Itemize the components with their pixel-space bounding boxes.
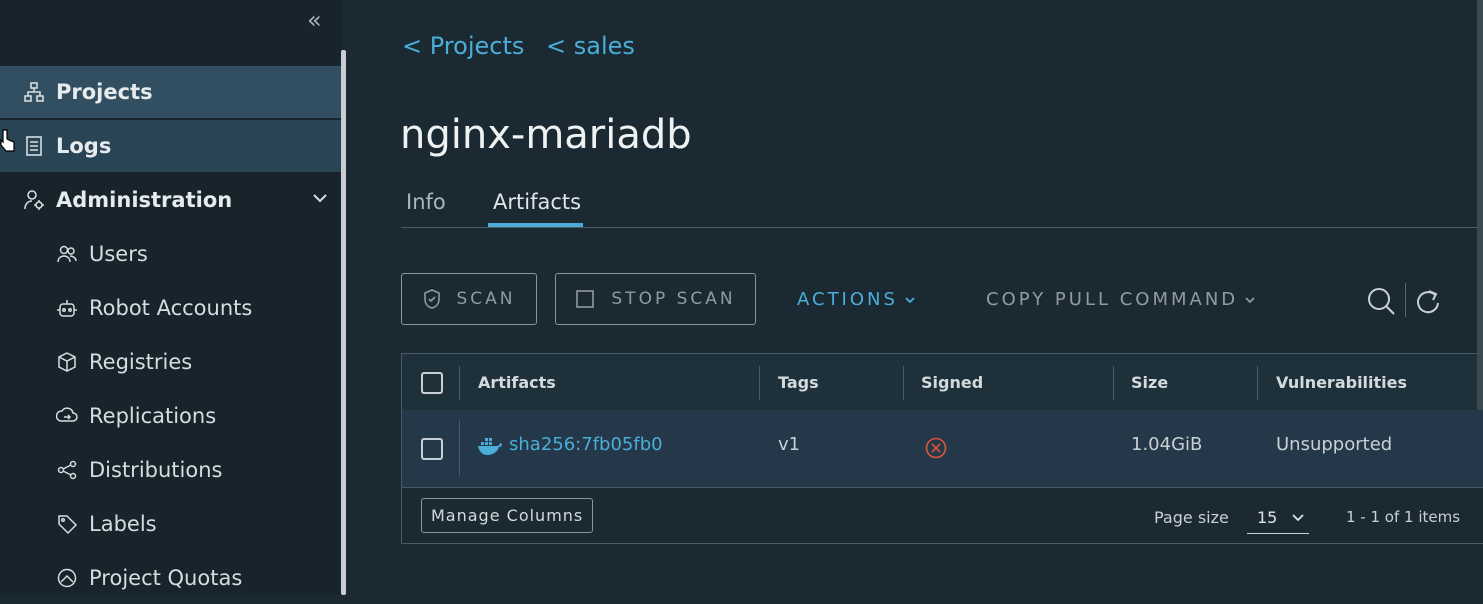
sidebar-item-label: Robot Accounts bbox=[89, 296, 253, 320]
quotas-icon bbox=[55, 566, 79, 590]
toolbar-divider bbox=[1405, 283, 1406, 317]
page-title: nginx-mariadb bbox=[400, 112, 692, 158]
registries-icon bbox=[55, 350, 79, 374]
copy-pull-command-dropdown[interactable]: COPY PULL COMMAND bbox=[986, 289, 1256, 310]
breadcrumb-projects-link[interactable]: < Projects bbox=[402, 32, 524, 60]
table-header: Artifacts Tags Signed Size Vulnerabiliti… bbox=[402, 354, 1483, 411]
tab-artifacts[interactable]: Artifacts bbox=[493, 190, 581, 214]
column-header-size[interactable]: Size bbox=[1131, 373, 1168, 392]
not-signed-icon bbox=[925, 437, 947, 463]
pagination-count: 1 - 1 of 1 items bbox=[1346, 508, 1461, 526]
hand-cursor-icon bbox=[0, 128, 16, 158]
page-scrollbar[interactable] bbox=[1477, 0, 1483, 410]
column-separator[interactable] bbox=[1257, 366, 1258, 400]
shield-icon bbox=[422, 288, 442, 310]
tab-info[interactable]: Info bbox=[406, 190, 446, 214]
table-footer: Manage Columns Page size 15 1 - 1 of 1 i… bbox=[402, 488, 1483, 544]
column-separator[interactable] bbox=[1113, 366, 1114, 400]
logs-icon bbox=[22, 134, 46, 158]
sidebar-item-projects[interactable]: Projects bbox=[0, 66, 341, 118]
column-header-signed[interactable]: Signed bbox=[921, 373, 983, 392]
distributions-icon bbox=[55, 458, 79, 482]
chevron-down-icon bbox=[904, 294, 916, 306]
artifact-size: 1.04GiB bbox=[1131, 434, 1203, 455]
sidebar-item-replications[interactable]: Replications bbox=[0, 390, 341, 442]
stop-icon bbox=[575, 289, 595, 309]
column-separator bbox=[459, 420, 460, 476]
sidebar-item-project-quotas[interactable]: Project Quotas bbox=[0, 552, 341, 604]
column-header-artifacts[interactable]: Artifacts bbox=[478, 373, 556, 392]
column-separator[interactable] bbox=[903, 366, 904, 400]
sidebar-item-label: Registries bbox=[89, 350, 193, 374]
active-tab-indicator bbox=[488, 223, 583, 227]
tab-bar: Info Artifacts bbox=[401, 186, 1483, 228]
column-header-tags[interactable]: Tags bbox=[778, 373, 819, 392]
sidebar: « Projects Logs Administration Users Rob… bbox=[0, 0, 342, 595]
artifact-vulnerabilities: Unsupported bbox=[1276, 434, 1393, 455]
refresh-icon[interactable] bbox=[1413, 286, 1441, 320]
admin-icon bbox=[22, 188, 46, 212]
column-header-vulnerabilities[interactable]: Vulnerabilities bbox=[1276, 373, 1407, 392]
artifact-digest-link[interactable]: sha256:7fb05fb0 bbox=[509, 434, 663, 455]
sidebar-item-label: Projects bbox=[56, 80, 153, 104]
breadcrumb: < Projects < sales bbox=[402, 32, 649, 60]
sidebar-item-label: Project Quotas bbox=[89, 566, 243, 590]
sidebar-item-logs[interactable]: Logs bbox=[0, 120, 341, 172]
labels-icon bbox=[55, 512, 79, 536]
page-size-select[interactable]: 15 bbox=[1247, 502, 1309, 534]
artifact-tags: v1 bbox=[778, 434, 801, 455]
sidebar-item-robot-accounts[interactable]: Robot Accounts bbox=[0, 282, 341, 334]
sidebar-item-administration[interactable]: Administration bbox=[0, 174, 341, 226]
sidebar-item-registries[interactable]: Registries bbox=[0, 336, 341, 388]
robot-icon bbox=[55, 296, 79, 320]
sidebar-item-labels[interactable]: Labels bbox=[0, 498, 341, 550]
chevron-down-icon bbox=[1244, 294, 1256, 306]
select-all-checkbox[interactable] bbox=[421, 372, 443, 394]
sidebar-scrollbar[interactable] bbox=[341, 50, 346, 595]
row-checkbox[interactable] bbox=[421, 438, 443, 460]
artifacts-table: Artifacts Tags Signed Size Vulnerabiliti… bbox=[401, 353, 1483, 544]
sidebar-item-label: Distributions bbox=[89, 458, 223, 482]
sidebar-item-label: Administration bbox=[56, 188, 233, 212]
projects-icon bbox=[22, 80, 46, 104]
sidebar-item-users[interactable]: Users bbox=[0, 228, 341, 280]
scan-button-label: SCAN bbox=[456, 289, 516, 309]
table-row: sha256:7fb05fb0 v1 1.04GiB Unsupported bbox=[402, 410, 1483, 488]
scan-button[interactable]: SCAN bbox=[401, 273, 537, 325]
stop-scan-button-label: STOP SCAN bbox=[611, 289, 736, 309]
chevron-down-icon[interactable] bbox=[311, 188, 329, 212]
collapse-sidebar-button[interactable]: « bbox=[307, 6, 322, 34]
page-size-value: 15 bbox=[1257, 508, 1278, 527]
copy-pull-command-label: COPY PULL COMMAND bbox=[986, 289, 1239, 310]
manage-columns-button[interactable]: Manage Columns bbox=[421, 498, 594, 533]
users-icon bbox=[55, 242, 79, 266]
sidebar-item-label: Labels bbox=[89, 512, 157, 536]
actions-label: ACTIONS bbox=[797, 289, 898, 310]
column-separator[interactable] bbox=[759, 366, 760, 400]
search-icon[interactable] bbox=[1366, 286, 1396, 320]
page-size-label: Page size bbox=[1154, 508, 1229, 527]
sidebar-item-label: Logs bbox=[56, 134, 112, 158]
sidebar-item-label: Replications bbox=[89, 404, 217, 428]
replications-icon bbox=[55, 404, 79, 428]
docker-icon bbox=[477, 436, 503, 460]
stop-scan-button[interactable]: STOP SCAN bbox=[555, 273, 756, 325]
column-separator bbox=[459, 366, 460, 400]
sidebar-item-label: Users bbox=[89, 242, 148, 266]
actions-dropdown[interactable]: ACTIONS bbox=[797, 289, 916, 310]
sidebar-item-distributions[interactable]: Distributions bbox=[0, 444, 341, 496]
breadcrumb-sales-link[interactable]: < sales bbox=[546, 32, 635, 60]
chevron-down-icon bbox=[1291, 512, 1305, 524]
